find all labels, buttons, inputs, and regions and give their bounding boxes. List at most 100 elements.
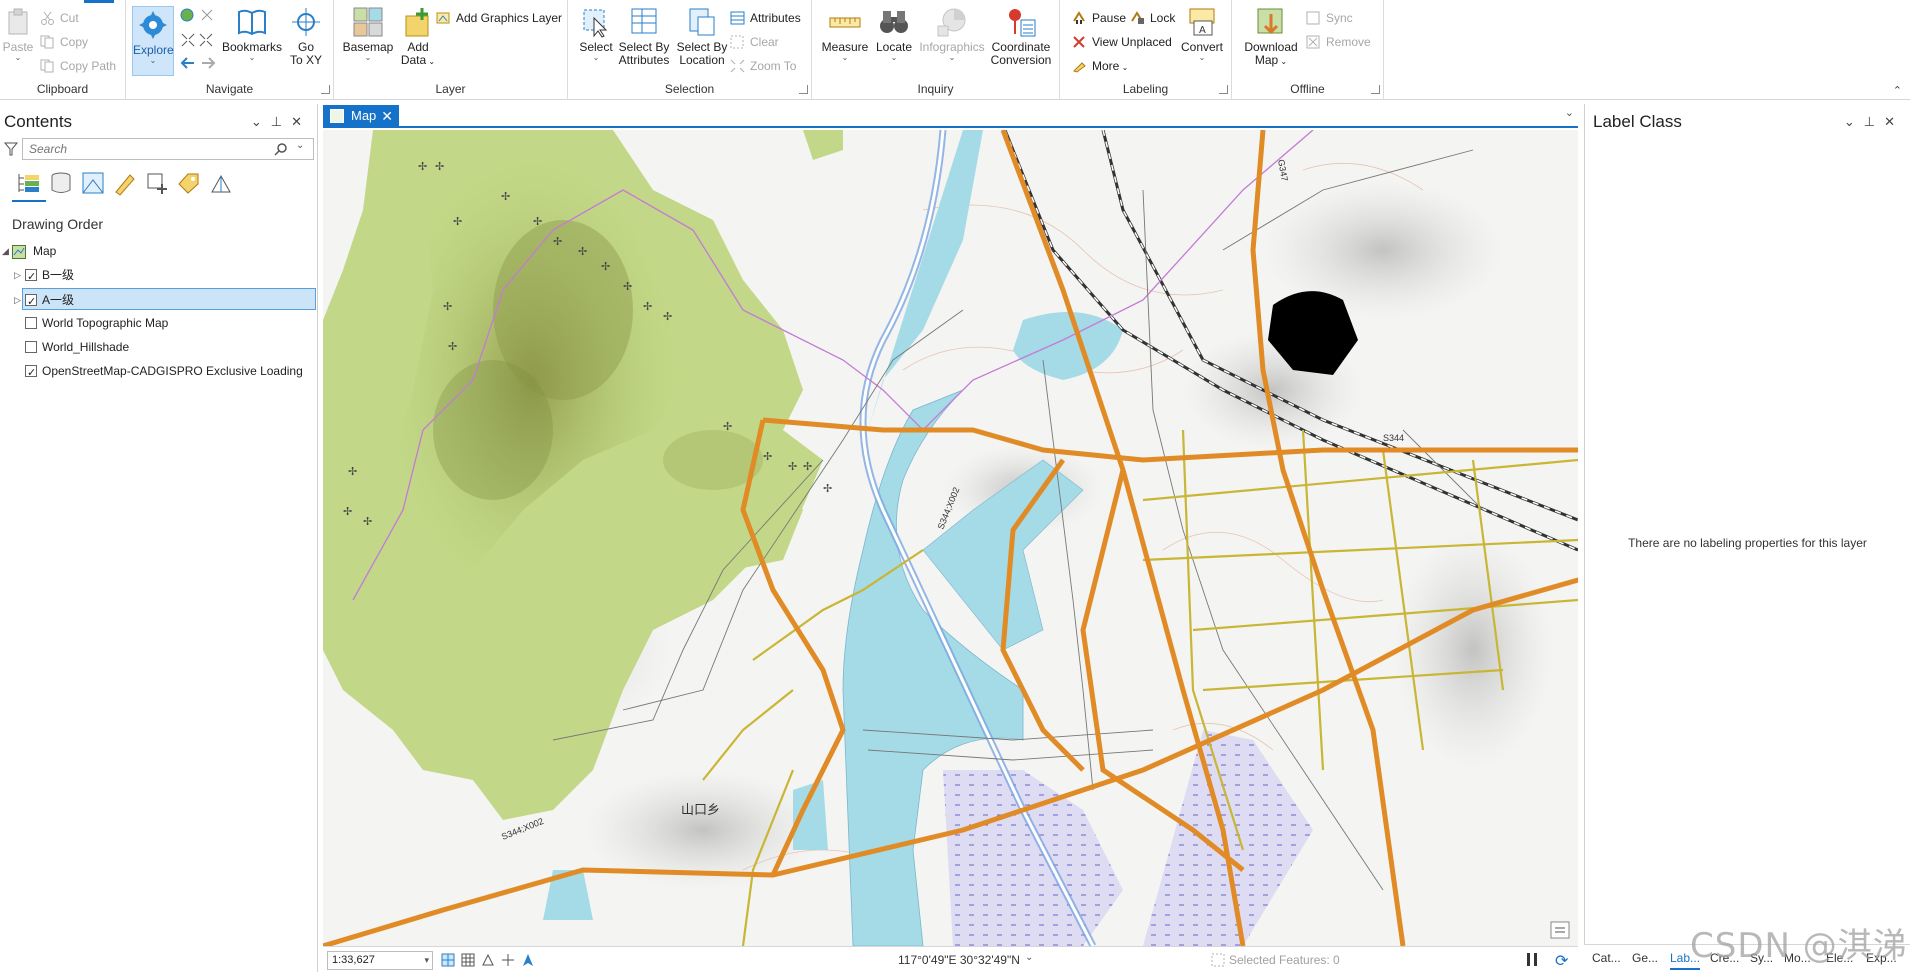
zoom-fixed-icon[interactable]	[200, 8, 214, 22]
collapse-ribbon-icon[interactable]: ⌃	[1893, 84, 1902, 97]
coordinate-conversion-button[interactable]: Coordinate Conversion	[988, 6, 1054, 67]
basemap-button[interactable]: Basemap ⌄	[340, 6, 396, 62]
add-data-button[interactable]: Add Data ⌄	[398, 6, 438, 68]
selection-dialog-launcher[interactable]	[799, 85, 808, 94]
list-by-perspective-imagery-icon[interactable]	[208, 170, 234, 196]
tab-catalog[interactable]: Cat...	[1592, 951, 1621, 965]
north-arrow-icon[interactable]	[521, 953, 535, 967]
map-view[interactable]: ✢ ✢ ✢ ✢ ✢ ✢ ✢ ✢ ✢ ✢ ✢ ✢ ✢ ✢ ✢ ✢ ✢ ✢ ✢ ✢ ✢ S344 S34…	[323, 130, 1578, 946]
more-labeling-button[interactable]: More ⌄	[1070, 56, 1128, 76]
pane-options-icon[interactable]: ⌄	[1844, 114, 1864, 129]
constraints-icon[interactable]	[501, 953, 515, 967]
add-data-label-2: Data	[400, 53, 427, 67]
inquiry-group-label: Inquiry	[917, 82, 954, 96]
labeling-dialog-launcher[interactable]	[1219, 85, 1228, 94]
collapse-triangle-icon[interactable]: ◢	[2, 240, 9, 262]
tab-geoprocessing[interactable]: Ge...	[1632, 951, 1658, 965]
download-map-button[interactable]: Download Map ⌄	[1238, 6, 1304, 68]
layer-visibility-checkbox[interactable]	[25, 362, 37, 384]
filter-icon[interactable]	[3, 142, 19, 156]
convert-labels-button[interactable]: A Convert ⌄	[1178, 6, 1226, 62]
copy-button[interactable]: Copy	[38, 32, 88, 52]
offline-dialog-launcher[interactable]	[1371, 85, 1380, 94]
close-icon[interactable]: ✕	[291, 114, 311, 129]
add-graphics-layer-label: Add Graphics Layer	[456, 11, 563, 25]
more-labeling-icon	[1072, 59, 1087, 73]
pin-icon[interactable]: ⊥	[271, 114, 291, 129]
list-by-selection-icon[interactable]	[80, 170, 106, 196]
svg-text:✢: ✢	[448, 341, 457, 353]
close-icon[interactable]: ✕	[1884, 114, 1904, 129]
sync-label: Sync	[1326, 11, 1353, 25]
snapping-icon[interactable]	[481, 953, 495, 967]
select-by-location-button[interactable]: Select By Location	[674, 6, 730, 67]
list-by-editing-icon[interactable]	[112, 170, 138, 196]
layer-row-world-hillshade[interactable]: World_Hillshade	[0, 336, 316, 358]
bookmarks-button[interactable]: Bookmarks ⌄	[222, 6, 282, 62]
map-node[interactable]: ◢ Map	[0, 240, 316, 262]
zoom-to-selection-icon[interactable]	[180, 32, 214, 48]
view-unplaced-button[interactable]: View Unplaced	[1070, 32, 1172, 52]
locate-button[interactable]: Locate ⌄	[872, 6, 916, 62]
zoom-to-selection-button[interactable]: Zoom To	[728, 56, 796, 76]
layer-visibility-checkbox[interactable]	[25, 291, 37, 313]
layer-row-world-topographic[interactable]: World Topographic Map	[0, 312, 316, 334]
clear-selection-button[interactable]: Clear	[728, 32, 779, 52]
pause-drawing-icon[interactable]	[1527, 953, 1537, 966]
scale-selector[interactable]: 1:33,627	[327, 951, 433, 970]
list-by-data-source-icon[interactable]	[48, 170, 74, 196]
grid-icon[interactable]	[461, 953, 475, 967]
expand-triangle-icon[interactable]: ▷	[14, 264, 21, 286]
expand-triangle-icon[interactable]: ▷	[14, 289, 21, 311]
infographics-button[interactable]: Infographics ⌄	[918, 6, 986, 62]
layer-row-openstreetmap[interactable]: OpenStreetMap-CADGISPRO Exclusive Loadin…	[0, 360, 316, 384]
coordinate-format-chevron-icon[interactable]: ⌄	[1025, 952, 1033, 963]
select-by-attributes-button[interactable]: Select By Attributes	[616, 6, 672, 67]
pin-icon[interactable]: ⊥	[1864, 114, 1884, 129]
select-button[interactable]: Select ⌄	[578, 6, 614, 62]
navigate-dialog-launcher[interactable]	[321, 85, 330, 94]
layer-visibility-checkbox[interactable]	[25, 341, 37, 353]
tab-map[interactable]: Map ✕	[323, 105, 399, 127]
search-input[interactable]	[22, 138, 314, 160]
add-graphics-layer-button[interactable]: Add Graphics Layer	[434, 8, 562, 28]
explore-button[interactable]: Explore ⌄	[132, 6, 174, 76]
explore-label: Explore	[133, 43, 174, 57]
layer-visibility-checkbox[interactable]	[25, 317, 37, 329]
attributes-button[interactable]: Attributes	[728, 8, 801, 28]
fixed-scale-icon[interactable]	[441, 953, 455, 967]
select-by-attributes-label-1: Select By	[618, 40, 670, 54]
refresh-icon[interactable]: ⟳	[1555, 951, 1568, 971]
back-arrow-icon[interactable]	[180, 56, 196, 70]
map-overlay-toggle-icon[interactable]	[1550, 921, 1570, 939]
inquiry-group: Measure ⌄ Locate ⌄ Infographics ⌄ Coordi…	[812, 0, 1060, 100]
cut-button[interactable]: Cut	[38, 8, 79, 28]
layer-visibility-checkbox[interactable]	[25, 266, 37, 288]
list-by-snapping-icon[interactable]	[144, 170, 170, 196]
list-by-drawing-order-icon[interactable]	[16, 170, 42, 196]
lock-labeling-button[interactable]: Lock	[1128, 8, 1175, 28]
layer-row-b-level[interactable]: ▷ B一级	[0, 264, 316, 288]
view-list-chevron-icon[interactable]: ⌄	[1565, 106, 1574, 119]
remove-offline-button[interactable]: Remove	[1304, 32, 1371, 52]
sync-button[interactable]: Sync	[1304, 8, 1353, 28]
layer-row-a-level[interactable]: ▷ A一级	[14, 288, 316, 313]
forward-arrow-icon[interactable]	[200, 56, 216, 70]
copy-path-button[interactable]: Copy Path	[38, 56, 116, 76]
full-extent-icon[interactable]	[180, 8, 194, 22]
search-icon[interactable]	[274, 142, 288, 156]
pane-options-icon[interactable]: ⌄	[251, 114, 271, 129]
paste-button[interactable]: Paste ⌄	[2, 6, 34, 62]
close-tab-icon[interactable]: ✕	[381, 105, 393, 127]
go-to-xy-label-1: Go	[297, 40, 314, 54]
list-by-labeling-icon[interactable]	[176, 170, 202, 196]
svg-text:✢: ✢	[788, 461, 797, 473]
coordinate-readout: 117°0'49"E 30°32'49"N	[898, 953, 1020, 967]
pause-labeling-button[interactable]: Pause	[1070, 8, 1126, 28]
go-to-xy-button[interactable]: Go To XY	[286, 6, 326, 67]
measure-button[interactable]: Measure ⌄	[820, 6, 870, 62]
search-options-chevron-icon[interactable]: ⌄	[296, 140, 304, 151]
select-by-attributes-label-2: Attributes	[618, 53, 670, 67]
map-canvas[interactable]: ✢ ✢ ✢✢ ✢✢ ✢✢ ✢✢ ✢✢ ✢✢ ✢✢ ✢✢ ✢✢ ✢ S344 S34…	[323, 130, 1578, 946]
svg-text:✢: ✢	[533, 216, 542, 228]
